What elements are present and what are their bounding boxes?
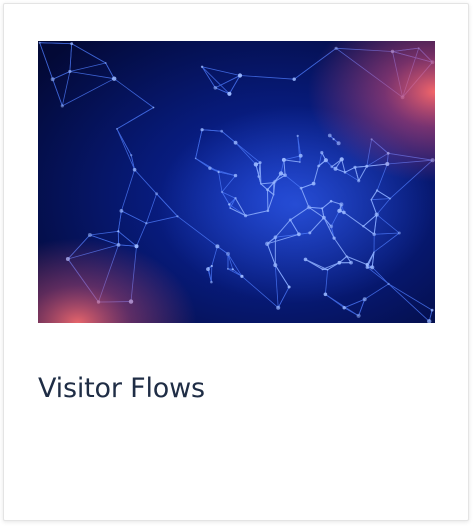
network-graph-image[interactable] — [38, 41, 435, 323]
thumb-glow-bottom-left — [38, 41, 435, 323]
page: Visitor Flows — [0, 0, 474, 527]
dashboard-card[interactable]: Visitor Flows — [3, 3, 469, 521]
network-graph-svg — [38, 41, 435, 323]
card-title[interactable]: Visitor Flows — [38, 371, 205, 407]
